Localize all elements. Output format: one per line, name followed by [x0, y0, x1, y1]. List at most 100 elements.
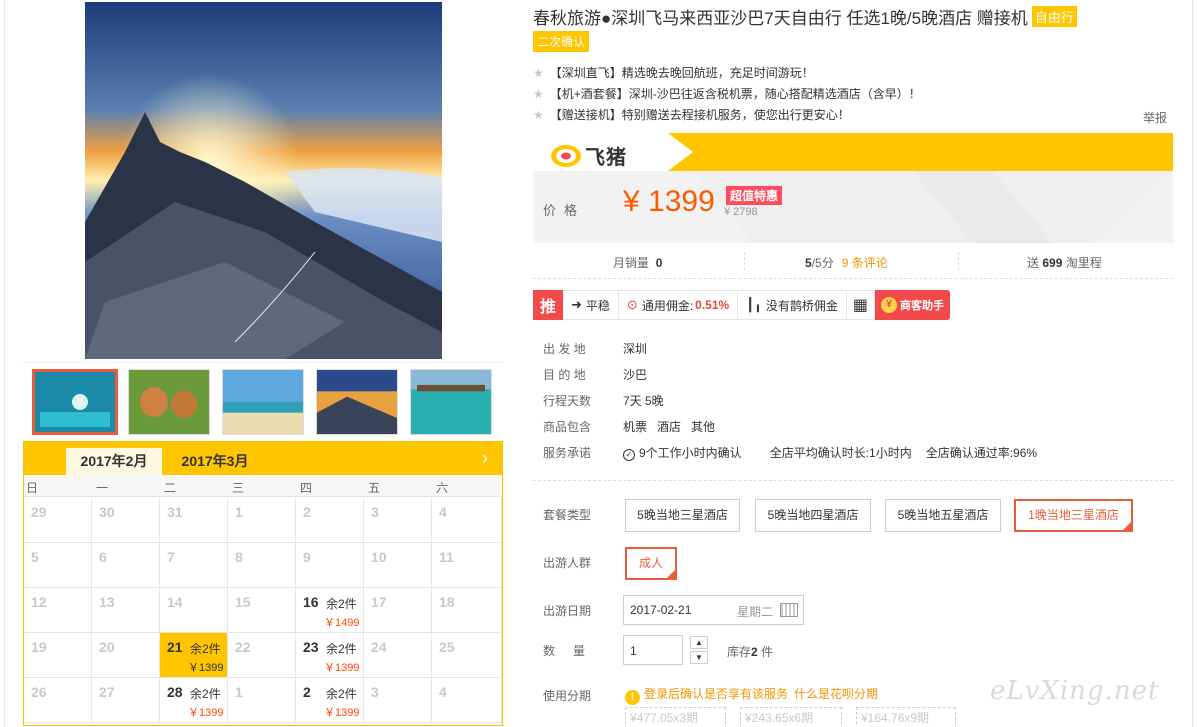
quantity-input[interactable]: 1 [623, 635, 683, 665]
detail-label: 服务承诺 [543, 446, 592, 460]
qty-label: 数量 [543, 644, 604, 658]
report-link[interactable]: 举报 [1143, 109, 1167, 126]
day-number: 19 [31, 639, 47, 655]
package-option[interactable]: 5晚当地四星酒店 [755, 499, 871, 532]
section-divider [533, 480, 1173, 481]
calendar-day: 4 [432, 678, 502, 723]
day-remaining: 余2件 [326, 642, 357, 656]
main-product-photo[interactable] [85, 2, 442, 359]
feature-text: 【赠送接机】特别赠送去程接机服务，使您出行更安心！ [549, 108, 850, 122]
calendar-icon[interactable] [780, 603, 798, 617]
feature-item: ★ 【深圳直飞】精选晚去晚回航班，充足时间游玩！ [533, 64, 814, 81]
calendar-day[interactable]: 16 余2件 ￥1499 [296, 588, 364, 633]
login-link[interactable]: 登录后确认是否享有该服务 [644, 687, 788, 701]
calendar-day: 9 [296, 543, 364, 588]
package-option[interactable]: 5晚当地三星酒店 [625, 499, 740, 532]
crowd-label: 出游人群 [543, 556, 592, 570]
installment-option[interactable]: ¥164.76x9期 [856, 707, 956, 727]
day-number: 2 [303, 684, 311, 700]
installment-option[interactable]: ¥243.65x6期 [740, 707, 842, 727]
date-label: 出游日期 [543, 604, 592, 618]
calendar-day: 7 [160, 543, 228, 588]
tab-feb-2017[interactable]: 2017年2月 [66, 448, 162, 475]
day-number: 31 [167, 504, 183, 520]
day-number: 28 [167, 684, 183, 700]
mountain-sunset-image [85, 2, 442, 359]
huabei-help-link[interactable]: 什么是花呗分期 [794, 687, 878, 701]
thumbnail-5[interactable] [410, 369, 492, 435]
selected-check-icon [666, 569, 676, 598]
calendar-day: 12 [24, 588, 92, 633]
day-remaining: 余2件 [190, 642, 221, 656]
day-number: 8 [235, 549, 243, 565]
weekday-label: 六 [436, 481, 449, 495]
calendar-day[interactable]: 28 余2件 ￥1399 [160, 678, 228, 723]
detail-label: 目 的 地 [543, 368, 586, 382]
detail-value-destination: 沙巴 [623, 368, 648, 382]
stats-bar: 月销量 0 5/5分 9 条评论 送 699 淘里程 [533, 243, 1173, 279]
thumbnail-3[interactable] [222, 369, 304, 435]
brand-name: 飞猪 [585, 147, 627, 169]
chevron-right-icon[interactable]: › [476, 446, 494, 470]
calendar-day: 13 [92, 588, 160, 633]
calendar-day: 2 [296, 498, 364, 543]
installment-option[interactable]: ¥477.05x3期 [625, 707, 726, 727]
calendar-day: 14 [160, 588, 228, 633]
day-number: 6 [99, 549, 107, 565]
calendar-day[interactable]: 2 余2件 ￥1399 [296, 678, 364, 723]
day-number: 7 [167, 549, 175, 565]
calendar-day: 18 [432, 588, 502, 633]
watermark-text: eLvXing.net [990, 676, 1160, 706]
calendar-weekday-row: 日一二三四五六 [24, 475, 502, 497]
qty-increase-button[interactable]: ▲ [690, 636, 708, 649]
calendar-day[interactable]: 23 余2件 ￥1399 [296, 633, 364, 678]
calendar-day: 5 [24, 543, 92, 588]
day-number: 3 [371, 684, 379, 700]
pig-logo-icon [551, 144, 581, 167]
feature-item: ★ 【赠送接机】特别赠送去程接机服务，使您出行更安心！ [533, 106, 850, 123]
travel-date-picker[interactable]: 2017-02-21 星期二 [623, 595, 804, 625]
helper-button[interactable]: ¥ 商客助手 [875, 290, 950, 320]
calendar-day: 3 [364, 678, 432, 723]
fliggy-logo: 飞猪 [549, 141, 627, 170]
commission-button[interactable]: ⊙ 通用佣金: 0.51% [618, 290, 739, 320]
weekday-label: 五 [368, 481, 381, 495]
calendar-day: 27 [92, 678, 160, 723]
original-price: ¥ 2798 [724, 206, 758, 218]
thumbnail-2[interactable] [128, 369, 210, 435]
installment-note: ! 登录后确认是否享有该服务 什么是花呗分期 [625, 685, 878, 705]
day-number: 1 [235, 504, 243, 520]
day-remaining: 余2件 [326, 687, 357, 701]
thumbnail-4[interactable] [316, 369, 398, 435]
arrow-right-icon: ➜ [571, 297, 582, 312]
push-button[interactable]: 推 [533, 290, 563, 320]
thumbnail-1[interactable] [32, 369, 118, 435]
bridge-commission-button[interactable]: ┃╻ 没有鹊桥佣金 [738, 290, 847, 320]
calendar-day: 19 [24, 633, 92, 678]
current-price: ¥ 1399 [623, 185, 715, 218]
detail-label: 商品包含 [543, 420, 592, 434]
calendar-day-selected[interactable]: 21 余2件 ￥1399 [160, 633, 228, 678]
qty-decrease-button[interactable]: ▼ [690, 651, 708, 664]
detail-label: 出 发 地 [543, 342, 586, 356]
day-number: 27 [99, 684, 115, 700]
tab-mar-2017[interactable]: 2017年3月 [170, 448, 260, 475]
deal-badge: 超值特惠 [726, 186, 783, 205]
coin-icon: ¥ [881, 297, 897, 313]
qr-code-button[interactable]: ▦ [846, 290, 875, 320]
crowd-option-adult[interactable]: 成人 [625, 547, 677, 598]
package-label: 套餐类型 [543, 508, 592, 522]
calendar-day: 25 [432, 633, 502, 678]
reviews-link[interactable]: 9 条评论 [842, 256, 888, 270]
weekday-label: 四 [300, 481, 313, 495]
calendar-header: 2017年2月 2017年3月 › [24, 442, 502, 475]
trend-button[interactable]: ➜ 平稳 [563, 290, 619, 320]
day-remaining: 余2件 [326, 597, 357, 611]
day-number: 15 [235, 594, 251, 610]
calendar-day: 11 [432, 543, 502, 588]
day-number: 11 [439, 549, 454, 565]
package-option[interactable]: 5晚当地五星酒店 [885, 499, 1001, 532]
package-option-selected[interactable]: 1晚当地三星酒店 [1014, 499, 1133, 550]
day-number: 24 [371, 639, 387, 655]
calendar-day: 31 [160, 498, 228, 543]
